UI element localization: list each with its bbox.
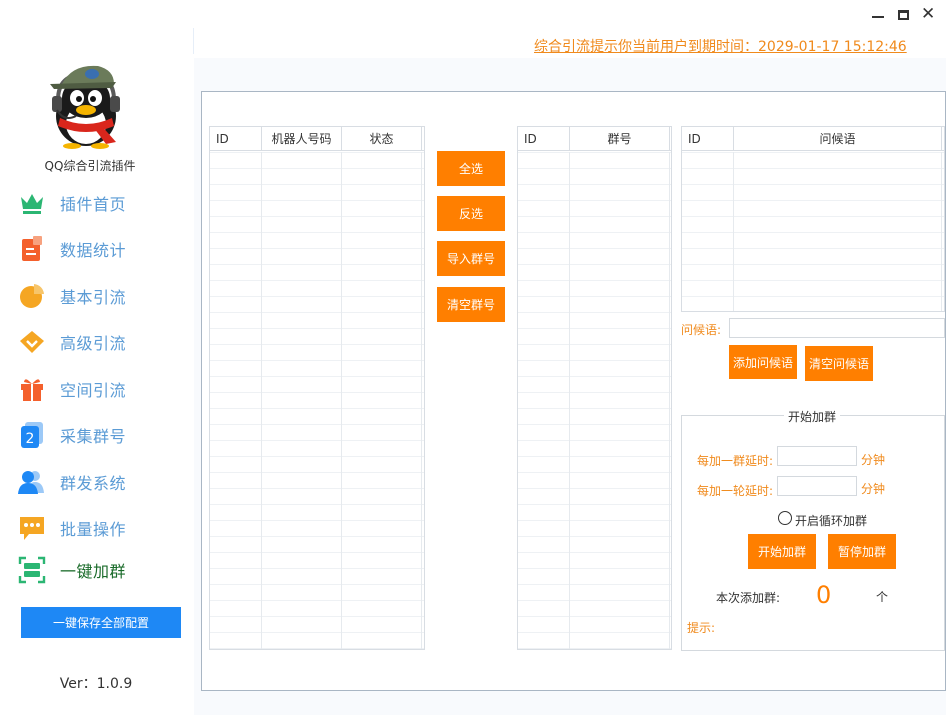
loop-join-label[interactable]: 开启循环加群: [795, 512, 867, 529]
select-all-button[interactable]: 全选: [437, 151, 505, 186]
add-greeting-button[interactable]: 添加问候语: [729, 345, 797, 379]
pie-icon: [18, 282, 46, 310]
column-header-status: 状态: [342, 127, 422, 151]
save-all-config-button[interactable]: 一键保存全部配置: [21, 607, 181, 638]
added-count-value: 0: [816, 581, 832, 609]
sidebar-item-label: 高级引流: [60, 334, 127, 353]
greeting-label: 问候语:: [681, 323, 722, 337]
loop-join-radio[interactable]: [778, 511, 792, 525]
delay-per-group-input[interactable]: [777, 446, 857, 466]
sidebar-item-collect-groups[interactable]: 2 采集群号: [18, 420, 178, 450]
sidebar-item-label: 群发系统: [60, 474, 127, 493]
diamond-icon: [18, 328, 46, 356]
delay-per-group-label: 每加一群延时:: [697, 454, 774, 468]
sidebar-item-basic-traffic[interactable]: 基本引流: [18, 281, 178, 311]
start-join-button[interactable]: 开始加群: [748, 534, 816, 569]
maximize-button[interactable]: [898, 10, 909, 20]
added-count-unit: 个: [876, 590, 889, 604]
column-header-id: ID: [682, 127, 734, 151]
sidebar: QQ综合引流插件 插件首页 数据统计 基本引流 高级引流 空间引流 2 采集群号: [0, 0, 194, 715]
number-two-glyph: 2: [26, 431, 35, 447]
column-header-id: ID: [210, 127, 262, 151]
close-button[interactable]: ✕: [921, 4, 935, 24]
greetings-table[interactable]: ID 问候语: [681, 126, 945, 312]
invert-selection-button[interactable]: 反选: [437, 196, 505, 231]
delay-per-round-label: 每加一轮延时:: [697, 484, 774, 498]
minimize-button[interactable]: [872, 16, 884, 18]
delay-per-group-unit: 分钟: [861, 453, 886, 467]
table-header: ID 机器人号码 状态: [210, 127, 424, 151]
sidebar-item-one-click-join[interactable]: 一键加群: [18, 555, 178, 585]
sidebar-item-mass-send[interactable]: 群发系统: [18, 467, 178, 497]
sidebar-item-label: 采集群号: [60, 427, 127, 446]
app-logo: [42, 58, 134, 150]
chat-icon: [18, 514, 46, 542]
number-two-icon: 2: [18, 421, 46, 449]
delay-per-round-input[interactable]: [777, 476, 857, 496]
join-group-title: 开始加群: [784, 408, 841, 425]
version-label: Ver：1.0.9: [59, 676, 133, 692]
table-body: [518, 152, 671, 649]
table-body: [210, 152, 424, 649]
crown-icon: [18, 189, 46, 217]
clear-groups-button[interactable]: 清空群号: [437, 287, 505, 322]
greeting-input[interactable]: [729, 318, 945, 338]
import-groups-button[interactable]: 导入群号: [437, 241, 505, 276]
column-header-robot-number: 机器人号码: [262, 127, 342, 151]
sidebar-item-label: 数据统计: [60, 241, 127, 260]
sidebar-item-label: 插件首页: [60, 195, 127, 214]
robots-table[interactable]: ID 机器人号码 状态: [209, 126, 425, 650]
groups-table[interactable]: ID 群号: [517, 126, 672, 650]
sidebar-item-label: 基本引流: [60, 288, 127, 307]
sidebar-item-home[interactable]: 插件首页: [18, 188, 178, 218]
column-header-greeting: 问候语: [734, 127, 942, 151]
clipboard-icon: [18, 235, 46, 263]
users-icon: [18, 468, 46, 496]
added-count-label: 本次添加群:: [716, 591, 781, 605]
column-header-id: ID: [518, 127, 570, 151]
sidebar-item-advanced-traffic[interactable]: 高级引流: [18, 327, 178, 357]
sidebar-item-label: 一键加群: [60, 562, 127, 581]
pause-join-button[interactable]: 暂停加群: [828, 534, 896, 569]
column-header-group-number: 群号: [570, 127, 670, 151]
sidebar-item-stats[interactable]: 数据统计: [18, 234, 178, 264]
gift-icon: [18, 375, 46, 403]
table-body: [682, 152, 944, 311]
sidebar-item-zone-traffic[interactable]: 空间引流: [18, 374, 178, 404]
scan-icon: [18, 556, 46, 584]
expire-notice-link[interactable]: 综合引流提示你当前用户到期时间：2029-01-17 15:12:46: [534, 36, 907, 56]
sidebar-item-label: 批量操作: [60, 520, 127, 539]
table-header: ID 问候语: [682, 127, 944, 151]
table-header: ID 群号: [518, 127, 671, 151]
delay-per-round-unit: 分钟: [861, 482, 886, 496]
sidebar-item-batch-ops[interactable]: 批量操作: [18, 513, 178, 543]
hint-label: 提示:: [687, 621, 716, 635]
app-name: QQ综合引流插件: [44, 159, 136, 173]
clear-greeting-button[interactable]: 清空问候语: [805, 346, 873, 381]
sidebar-item-label: 空间引流: [60, 381, 127, 400]
